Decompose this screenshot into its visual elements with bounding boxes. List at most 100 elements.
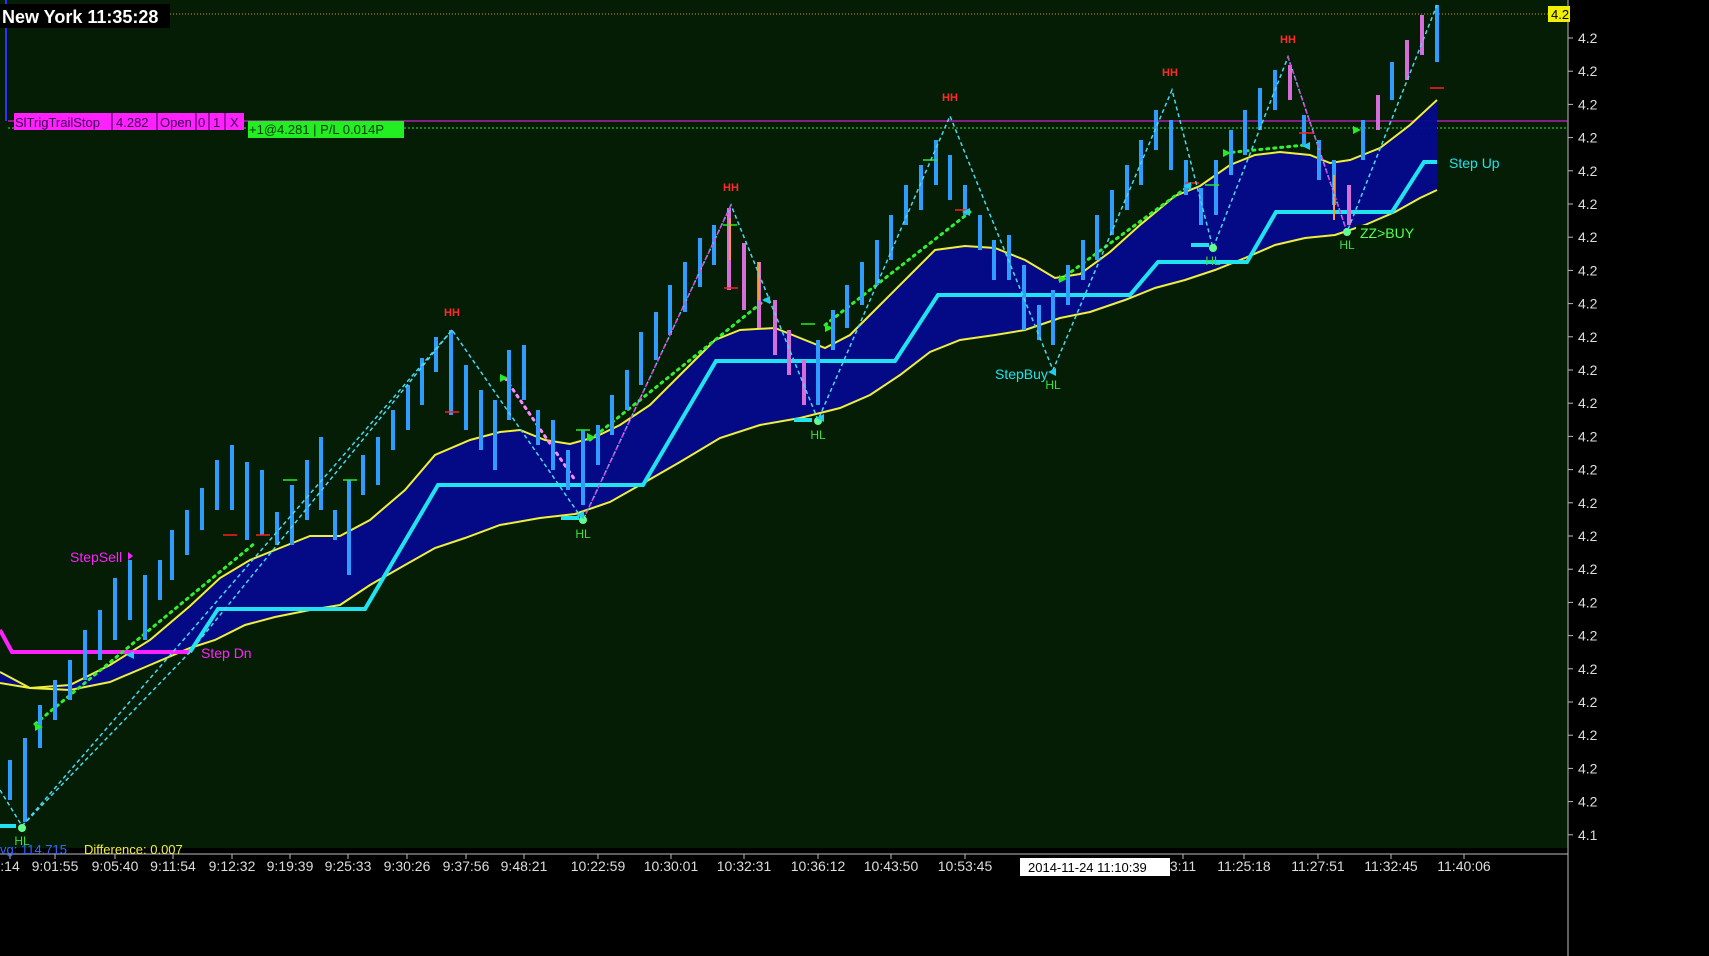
price-bar <box>347 480 351 575</box>
price-tick-label: 4.2 <box>1578 229 1598 245</box>
price-bar <box>275 512 279 545</box>
difference-label: Difference: 0.007 <box>84 842 183 857</box>
price-bar <box>904 185 908 225</box>
step-buy-label: StepBuy <box>995 366 1048 382</box>
price-bar <box>596 425 600 465</box>
order-qty-a[interactable]: 0 <box>198 115 205 130</box>
price-tick-label: 4.2 <box>1578 495 1598 511</box>
price-bar <box>1361 120 1365 160</box>
price-tick-label: 4.2 <box>1578 727 1598 743</box>
price-tick-label: 4.2 <box>1578 130 1598 146</box>
step-sell-label: StepSell <box>70 549 122 565</box>
price-bar <box>158 560 162 600</box>
price-bar <box>245 462 249 540</box>
order-bar[interactable]: SlTrigTrailStop 4.282 Open 0 1 X <box>14 113 244 130</box>
price-bar <box>802 360 806 405</box>
price-bar <box>170 530 174 580</box>
hh-label: HH <box>444 307 460 319</box>
price-bar <box>1169 120 1173 170</box>
time-tick-label: 10:36:12 <box>791 858 846 874</box>
price-tick-label: 4.2 <box>1578 96 1598 112</box>
price-tick-label: 4.2 <box>1578 362 1598 378</box>
price-bar <box>1420 15 1424 55</box>
price-bar <box>449 330 453 415</box>
price-bar <box>1214 160 1218 215</box>
time-tick-label: 10:53:45 <box>938 858 993 874</box>
price-tick-label: 4.2 <box>1578 628 1598 644</box>
price-bar <box>610 395 614 435</box>
time-tick-label: 10:22:59 <box>571 858 626 874</box>
price-bar <box>668 285 672 335</box>
order-qty-b[interactable]: 1 <box>213 115 220 130</box>
price-bar <box>1376 95 1380 130</box>
price-tick-label: 4.2 <box>1578 760 1598 776</box>
price-bar <box>831 310 835 350</box>
hh-label: HH <box>1280 34 1296 46</box>
price-bar <box>1022 265 1026 330</box>
price-bar <box>1435 5 1439 62</box>
price-bar <box>978 215 982 250</box>
time-tick-label: 10:32:31 <box>717 858 772 874</box>
crosshair-time-label: 2014-11-24 11:10:39 <box>1028 860 1147 875</box>
price-bar <box>1288 65 1292 100</box>
price-bar <box>230 445 234 510</box>
price-tick-label: 4.2 <box>1578 30 1598 46</box>
price-bar <box>551 420 555 470</box>
order-status[interactable]: Open <box>160 115 192 130</box>
price-bar <box>1405 40 1409 80</box>
price-bar <box>1184 160 1188 195</box>
order-strategy[interactable]: SlTrigTrailStop <box>15 115 100 130</box>
price-bar <box>845 285 849 328</box>
price-bar <box>1390 62 1394 100</box>
position-bar[interactable]: +1@4.281 | P/L 0.014P <box>248 121 404 138</box>
price-bar <box>1258 88 1262 130</box>
price-bar <box>53 680 57 720</box>
step-up-label: Step Up <box>1449 155 1500 171</box>
price-bar <box>1037 305 1041 340</box>
price-tick-label: 4.2 <box>1578 296 1598 312</box>
price-bar <box>260 470 264 535</box>
hl-dot <box>18 824 26 832</box>
price-bar <box>654 312 658 360</box>
price-bar <box>143 575 147 640</box>
price-bar <box>507 350 511 420</box>
step-dn-label: Step Dn <box>201 645 252 661</box>
price-bar <box>200 488 204 530</box>
avg-label: vg: 114.715 <box>0 842 67 857</box>
price-bar <box>319 437 323 510</box>
price-bar <box>698 238 702 287</box>
price-bar <box>639 332 643 385</box>
price-bar <box>376 437 380 485</box>
order-close-button[interactable]: X <box>230 115 239 130</box>
hh-label: HH <box>723 182 739 194</box>
hl-label: HL <box>575 527 591 541</box>
time-tick-label: :14 <box>0 858 20 874</box>
price-tick-label: 4.2 <box>1578 561 1598 577</box>
price-tick-label: 4.2 <box>1578 694 1598 710</box>
price-bar <box>1066 265 1070 305</box>
order-price[interactable]: 4.282 <box>116 115 149 130</box>
price-bar <box>333 510 337 540</box>
price-bar <box>816 340 820 405</box>
zz-buy-label: ZZ>BUY <box>1360 225 1415 241</box>
hh-label: HH <box>942 92 958 104</box>
price-bar <box>1243 110 1247 155</box>
price-bar <box>68 660 72 700</box>
price-tick-label: 4.2 <box>1578 528 1598 544</box>
price-tick-label: 4.2 <box>1578 794 1598 810</box>
price-bar <box>83 630 87 680</box>
price-chart[interactable]: HHHHHHHHHHHLHLHLHLHLHLStepSellStep DnSte… <box>0 0 1709 956</box>
price-bar <box>464 365 468 430</box>
price-bar <box>1081 240 1085 280</box>
time-tick-label: 10:30:01 <box>644 858 699 874</box>
price-bar <box>1007 235 1011 280</box>
price-bar <box>113 578 117 640</box>
position-label[interactable]: +1@4.281 | P/L 0.014P <box>249 122 384 137</box>
time-tick-label: 9:30:26 <box>384 858 431 874</box>
price-bar <box>1302 115 1306 145</box>
price-bar <box>875 240 879 285</box>
price-bar <box>566 450 570 490</box>
price-bar <box>536 410 540 445</box>
price-tick-label: 4.2 <box>1578 661 1598 677</box>
price-bar <box>581 430 585 505</box>
